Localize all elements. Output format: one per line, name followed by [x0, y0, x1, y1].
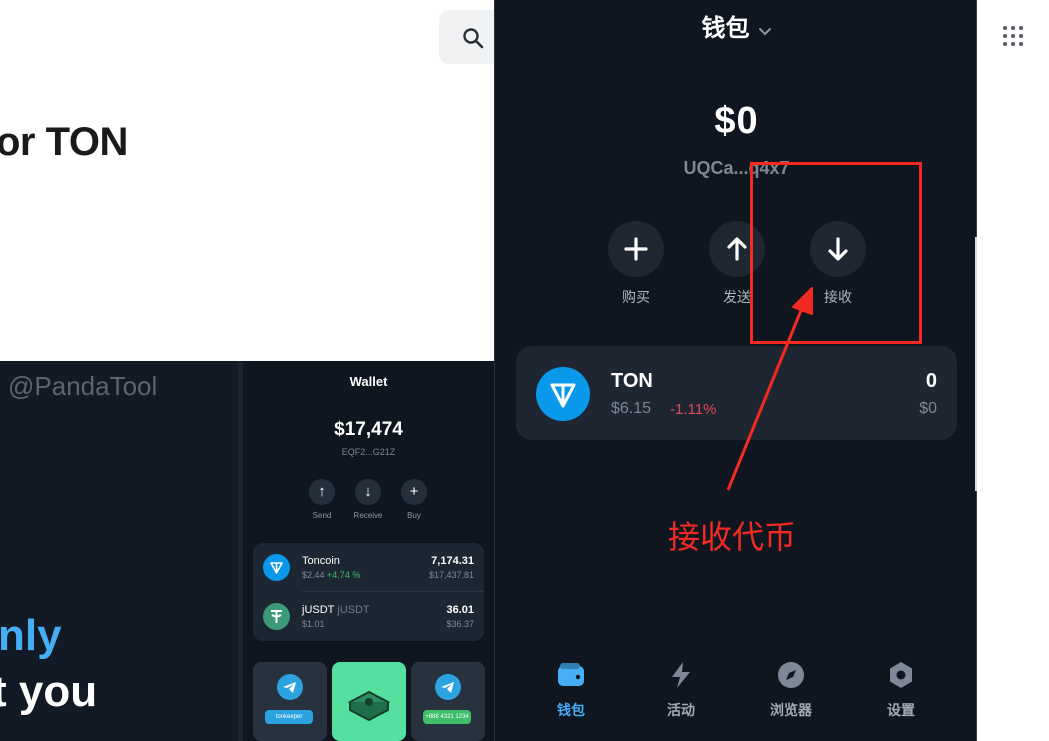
mockup-token-price: $2.44 [302, 570, 325, 580]
banner-heading-line2: t you [0, 667, 98, 716]
tab-label: 钱包 [557, 702, 585, 718]
gear-icon [886, 660, 916, 690]
tab-browser[interactable]: 浏览器 [751, 660, 831, 720]
token-price: $6.15 [611, 400, 652, 417]
mockup-token-row: Toncoin $2.44 +4.74 % 7,174.31 $17,437.8… [253, 543, 484, 591]
mockup-action-label: Send [312, 511, 332, 520]
token-name: TON [611, 370, 653, 392]
ton-logo-icon [536, 367, 590, 421]
mockup-token-change: +4.74 % [327, 570, 361, 580]
wallet-extension-panel: 钱包 $0 UQCa...q4x7 购买 发送 接收 TON $6.15 -1.… [494, 0, 977, 741]
tether-icon [263, 603, 290, 630]
mockup-card-cash [332, 662, 406, 741]
plus-icon: + [401, 479, 427, 505]
annotation-highlight-box [750, 162, 922, 344]
mockup-card-number: +888 4321 1234 [411, 662, 485, 741]
mockup-card-pill: +888 4321 1234 [423, 710, 471, 724]
mockup-address: EQF2...G21Z [341, 447, 396, 457]
search-icon [463, 28, 484, 49]
wallet-selector[interactable]: 钱包 [495, 8, 978, 44]
mockup-card-tonkeeper: tonkeeper [253, 662, 327, 741]
tab-label: 浏览器 [770, 702, 812, 718]
mockup-title: Wallet [349, 374, 388, 389]
mockup-action-label: Receive [353, 511, 383, 520]
buy-button[interactable]: 购买 [596, 221, 676, 307]
mockup-send-action: ↑ Send [302, 479, 342, 520]
token-price-change: -1.11% [670, 401, 717, 418]
mockup-token-row: jUSDT jUSDT $1.01 36.01 $36.37 [253, 592, 484, 640]
tab-activity[interactable]: 活动 [641, 660, 721, 720]
wallet-mockup: Wallet $17,474 EQF2...G21Z ↑ Send ↓ Rece… [243, 361, 494, 741]
toncoin-icon [263, 554, 290, 581]
mockup-token-amount: 7,174.31 [431, 555, 474, 567]
plus-icon [624, 237, 648, 261]
mockup-token-amount: 36.01 [446, 604, 474, 616]
total-balance: $0 [714, 100, 759, 142]
bottom-tab-bar: 钱包 活动 浏览器 设置 [495, 650, 978, 741]
mockup-buy-action: + Buy [394, 479, 434, 520]
mockup-token-suffix: jUSDT [337, 604, 370, 616]
mockup-card-pill: tonkeeper [265, 710, 313, 724]
tab-label: 设置 [887, 702, 915, 718]
token-amount: 0 [925, 370, 937, 392]
cash-stack-icon [347, 690, 391, 722]
wallet-icon [556, 660, 586, 690]
mockup-action-label: Buy [407, 511, 421, 520]
mockup-token-list: Toncoin $2.44 +4.74 % 7,174.31 $17,437.8… [253, 543, 484, 641]
arrow-up-icon: ↑ [309, 479, 335, 505]
token-value: $0 [919, 400, 937, 417]
telegram-icon [277, 674, 303, 700]
screenshot: or TON @PandaTool nly t you Wallet $17,4… [0, 0, 1049, 741]
scrollbar[interactable] [975, 237, 977, 491]
promo-banner: @PandaTool nly t you Wallet $17,474 EQF2… [0, 361, 494, 741]
mockup-token-value: $17,437.81 [428, 570, 474, 580]
chevron-down-icon [758, 16, 772, 44]
mockup-receive-action: ↓ Receive [348, 479, 388, 520]
watermark: @PandaTool [8, 371, 158, 401]
arrow-up-icon [727, 237, 747, 261]
tab-label: 活动 [667, 702, 695, 718]
tab-wallet[interactable]: 钱包 [531, 660, 611, 720]
banner-heading-line1: nly [0, 611, 62, 660]
buy-button-label: 购买 [622, 289, 650, 305]
mockup-token-name: Toncoin [302, 555, 340, 567]
apps-grid-icon[interactable] [1003, 26, 1025, 48]
compass-icon [776, 660, 806, 690]
hero-title: or TON [0, 120, 128, 164]
telegram-icon [435, 674, 461, 700]
mockup-balance: $17,474 [334, 419, 403, 440]
arrow-down-icon: ↓ [355, 479, 381, 505]
tab-settings[interactable]: 设置 [861, 660, 941, 720]
mockup-token-value: $36.37 [446, 619, 474, 629]
mockup-token-price: $1.01 [302, 619, 325, 629]
wallet-selector-label: 钱包 [701, 15, 750, 42]
annotation-label: 接收代币 [668, 519, 797, 555]
lightning-icon [666, 660, 696, 690]
token-row-ton[interactable]: TON $6.15 -1.11% 0 $0 [516, 346, 957, 440]
buy-button-circle[interactable] [608, 221, 664, 277]
mockup-token-name: jUSDT [302, 604, 335, 616]
